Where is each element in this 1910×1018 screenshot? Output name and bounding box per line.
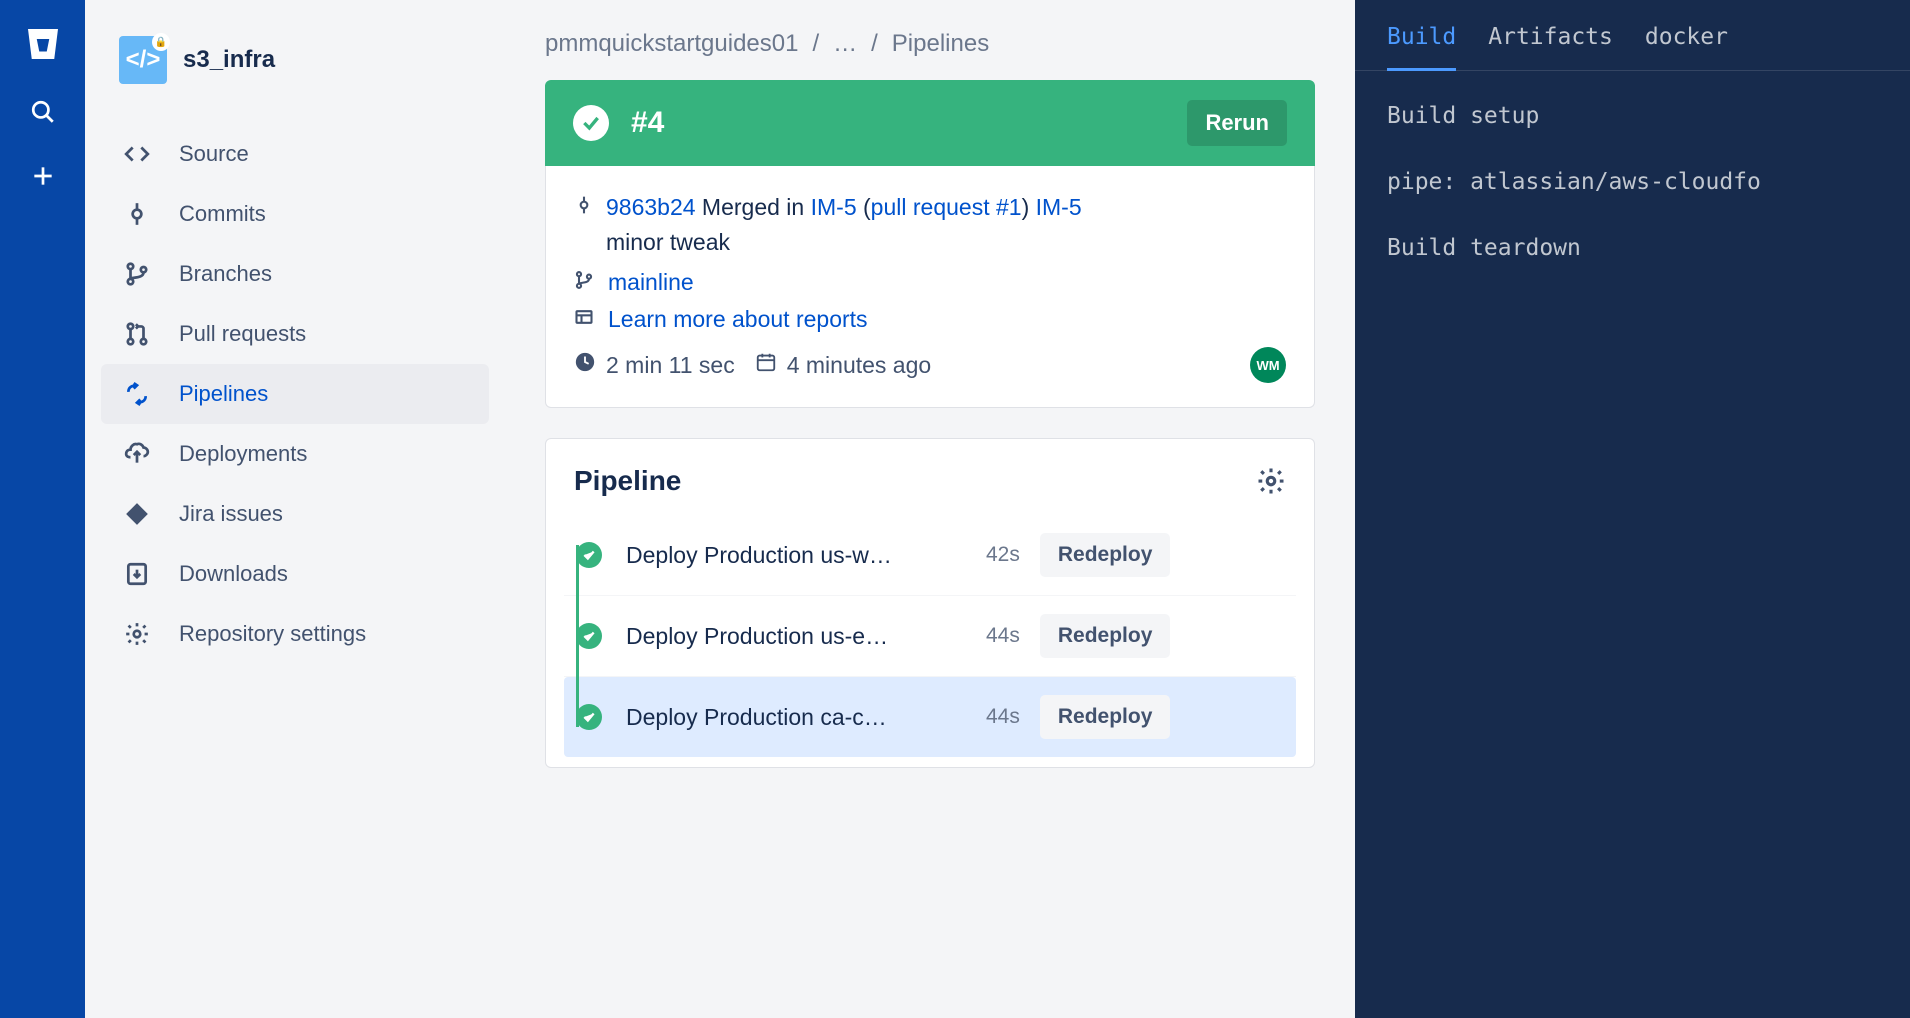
reports-icon [574,306,594,333]
sidebar-item-label: Pipelines [179,381,268,407]
sidebar-item-pull-requests[interactable]: Pull requests [101,304,489,364]
sidebar-item-label: Deployments [179,441,307,467]
issue-link[interactable]: IM-5 [811,194,857,220]
step-success-icon [576,542,602,568]
pipeline-steps-section: Pipeline Deploy Production us-w… 42s Red… [545,438,1315,768]
commit-icon [574,190,594,225]
breadcrumb-project[interactable]: pmmquickstartguides01 [545,30,798,58]
redeploy-button[interactable]: Redeploy [1040,614,1171,658]
pipeline-step-row[interactable]: Deploy Production us-e… 44s Redeploy [564,596,1296,677]
pipeline-banner: #4 Rerun [545,80,1315,166]
lock-icon: 🔒 [152,33,170,51]
sidebar-item-label: Repository settings [179,621,366,647]
rerun-button[interactable]: Rerun [1187,100,1287,146]
search-icon[interactable] [27,96,59,128]
commit-icon [123,200,151,228]
pipeline-step-row[interactable]: Deploy Production ca-c… 44s Redeploy [564,677,1296,757]
pipeline-number: #4 [631,106,664,140]
bitbucket-logo-icon[interactable] [23,24,63,64]
calendar-icon [755,351,777,379]
clock-icon [574,351,596,379]
pipeline-step-row[interactable]: Deploy Production us-w… 42s Redeploy [564,515,1296,596]
main-content: pmmquickstartguides01 / … / Pipelines #4… [505,0,1355,1018]
tab-docker[interactable]: docker [1645,24,1728,60]
redeploy-button[interactable]: Redeploy [1040,695,1171,739]
sidebar-item-pipelines[interactable]: Pipelines [101,364,489,424]
pull-request-icon [123,320,151,348]
branch-icon [574,269,594,296]
jira-icon [123,500,151,528]
repo-name: s3_infra [183,46,275,74]
sidebar-item-downloads[interactable]: Downloads [101,544,489,604]
avatar[interactable]: WM [1250,347,1286,383]
settings-gear-icon[interactable] [1256,466,1286,496]
repo-avatar-icon: </> 🔒 [119,36,167,84]
breadcrumb-sep: / [812,30,819,58]
sidebar-item-label: Pull requests [179,321,306,347]
log-line[interactable]: pipe: atlassian/aws-cloudfo [1387,169,1878,195]
sidebar-item-source[interactable]: Source [101,124,489,184]
code-icon [123,140,151,168]
breadcrumb-current[interactable]: Pipelines [892,30,989,58]
tab-artifacts[interactable]: Artifacts [1488,24,1613,60]
repo-header[interactable]: </> 🔒 s3_infra [101,24,489,96]
sidebar-item-branches[interactable]: Branches [101,244,489,304]
sidebar-item-repo-settings[interactable]: Repository settings [101,604,489,664]
reports-link[interactable]: Learn more about reports [608,306,868,333]
status-success-icon [573,105,609,141]
sidebar-item-deployments[interactable]: Deployments [101,424,489,484]
timestamp: 4 minutes ago [755,351,931,379]
pipelines-icon [123,380,151,408]
sidebar-item-commits[interactable]: Commits [101,184,489,244]
pr-link[interactable]: pull request #1 [871,194,1022,220]
branch-icon [123,260,151,288]
cloud-upload-icon [123,440,151,468]
step-time: 42s [986,543,1020,567]
download-icon [123,560,151,588]
section-title: Pipeline [574,465,681,497]
log-line[interactable]: Build setup [1387,103,1878,129]
sidebar-item-label: Jira issues [179,501,283,527]
log-output: Build setup pipe: atlassian/aws-cloudfo … [1355,71,1910,293]
create-icon[interactable] [27,160,59,192]
log-line[interactable]: Build teardown [1387,235,1878,261]
breadcrumb-ellipsis[interactable]: … [833,30,857,58]
log-tabs: Build Artifacts docker [1355,24,1910,71]
sidebar-item-label: Downloads [179,561,288,587]
step-time: 44s [986,705,1020,729]
sidebar-item-label: Branches [179,261,272,287]
commit-text: 9863b24 Merged in IM-5 (pull request #1)… [606,190,1286,259]
sidebar: </> 🔒 s3_infra Source Commits Branches P… [85,0,505,1018]
breadcrumb-sep: / [871,30,878,58]
gear-icon [123,620,151,648]
sidebar-item-jira-issues[interactable]: Jira issues [101,484,489,544]
logs-panel: Build Artifacts docker Build setup pipe:… [1355,0,1910,1018]
issue-link[interactable]: IM-5 [1036,194,1082,220]
step-name: Deploy Production us-w… [626,542,966,569]
sidebar-item-label: Commits [179,201,266,227]
breadcrumb: pmmquickstartguides01 / … / Pipelines [545,30,1315,58]
step-name: Deploy Production ca-c… [626,704,966,731]
sidebar-item-label: Source [179,141,249,167]
step-success-icon [576,623,602,649]
pipeline-steps-list: Deploy Production us-w… 42s Redeploy Dep… [546,515,1314,757]
step-time: 44s [986,624,1020,648]
pipeline-summary-card: 9863b24 Merged in IM-5 (pull request #1)… [545,166,1315,408]
branch-link[interactable]: mainline [608,269,694,296]
commit-hash-link[interactable]: 9863b24 [606,194,696,220]
global-rail [0,0,85,1018]
tab-build[interactable]: Build [1387,24,1456,71]
step-name: Deploy Production us-e… [626,623,966,650]
step-success-icon [576,704,602,730]
redeploy-button[interactable]: Redeploy [1040,533,1171,577]
duration: 2 min 11 sec [574,351,735,379]
